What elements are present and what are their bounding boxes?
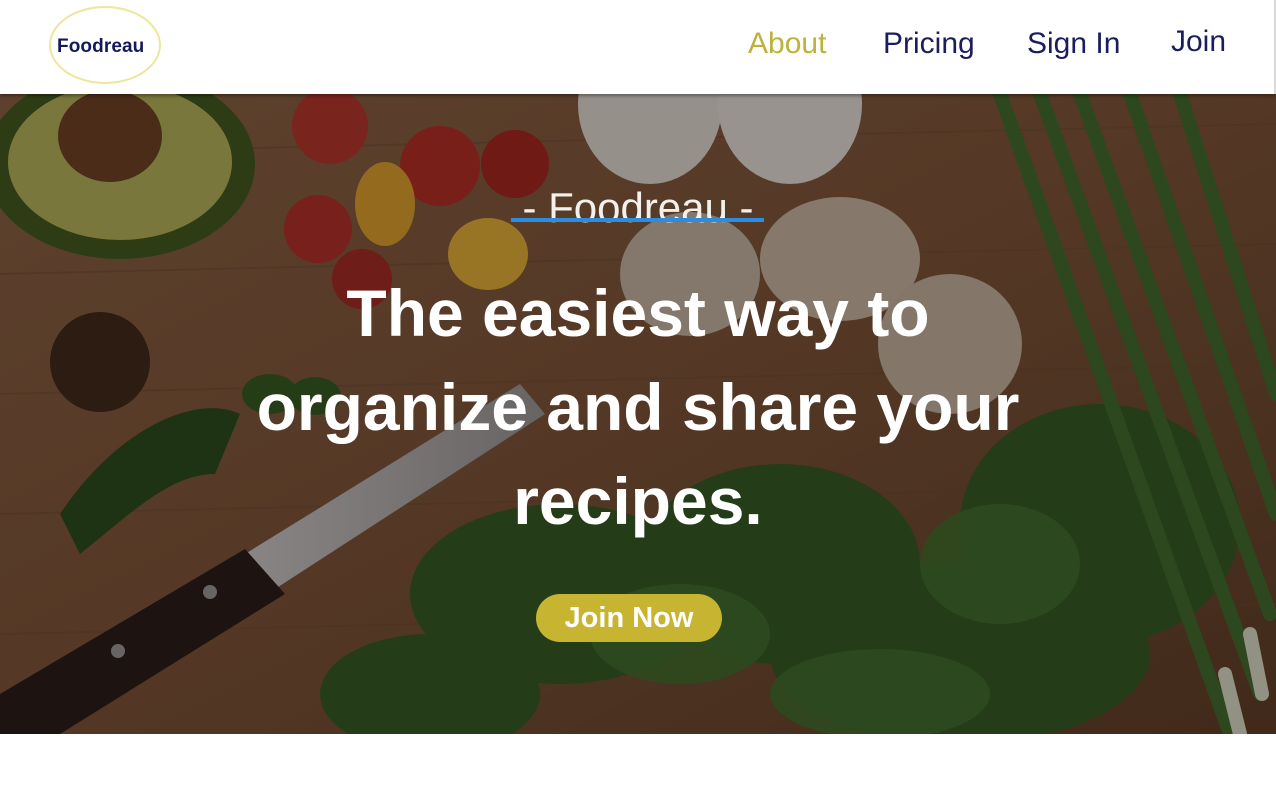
logo-text[interactable]: Foodreau (57, 36, 144, 58)
hero-section: - Foodreau - The easiest way to organize… (0, 94, 1276, 734)
hero-brand-line: - Foodreau - (0, 184, 1276, 232)
nav-join[interactable]: Join (1171, 25, 1226, 59)
hero-headline: The easiest way to organize and share yo… (256, 276, 1020, 538)
hero-brand-text: - Foodreau - (522, 184, 754, 231)
join-now-button[interactable]: Join Now (536, 594, 722, 642)
nav-about[interactable]: About (748, 27, 826, 61)
nav-sign-in[interactable]: Sign In (1027, 27, 1120, 61)
hero-brand-underline (511, 218, 764, 222)
nav-pricing[interactable]: Pricing (883, 27, 975, 61)
site-header: Foodreau About Pricing Sign In Join (0, 0, 1276, 94)
